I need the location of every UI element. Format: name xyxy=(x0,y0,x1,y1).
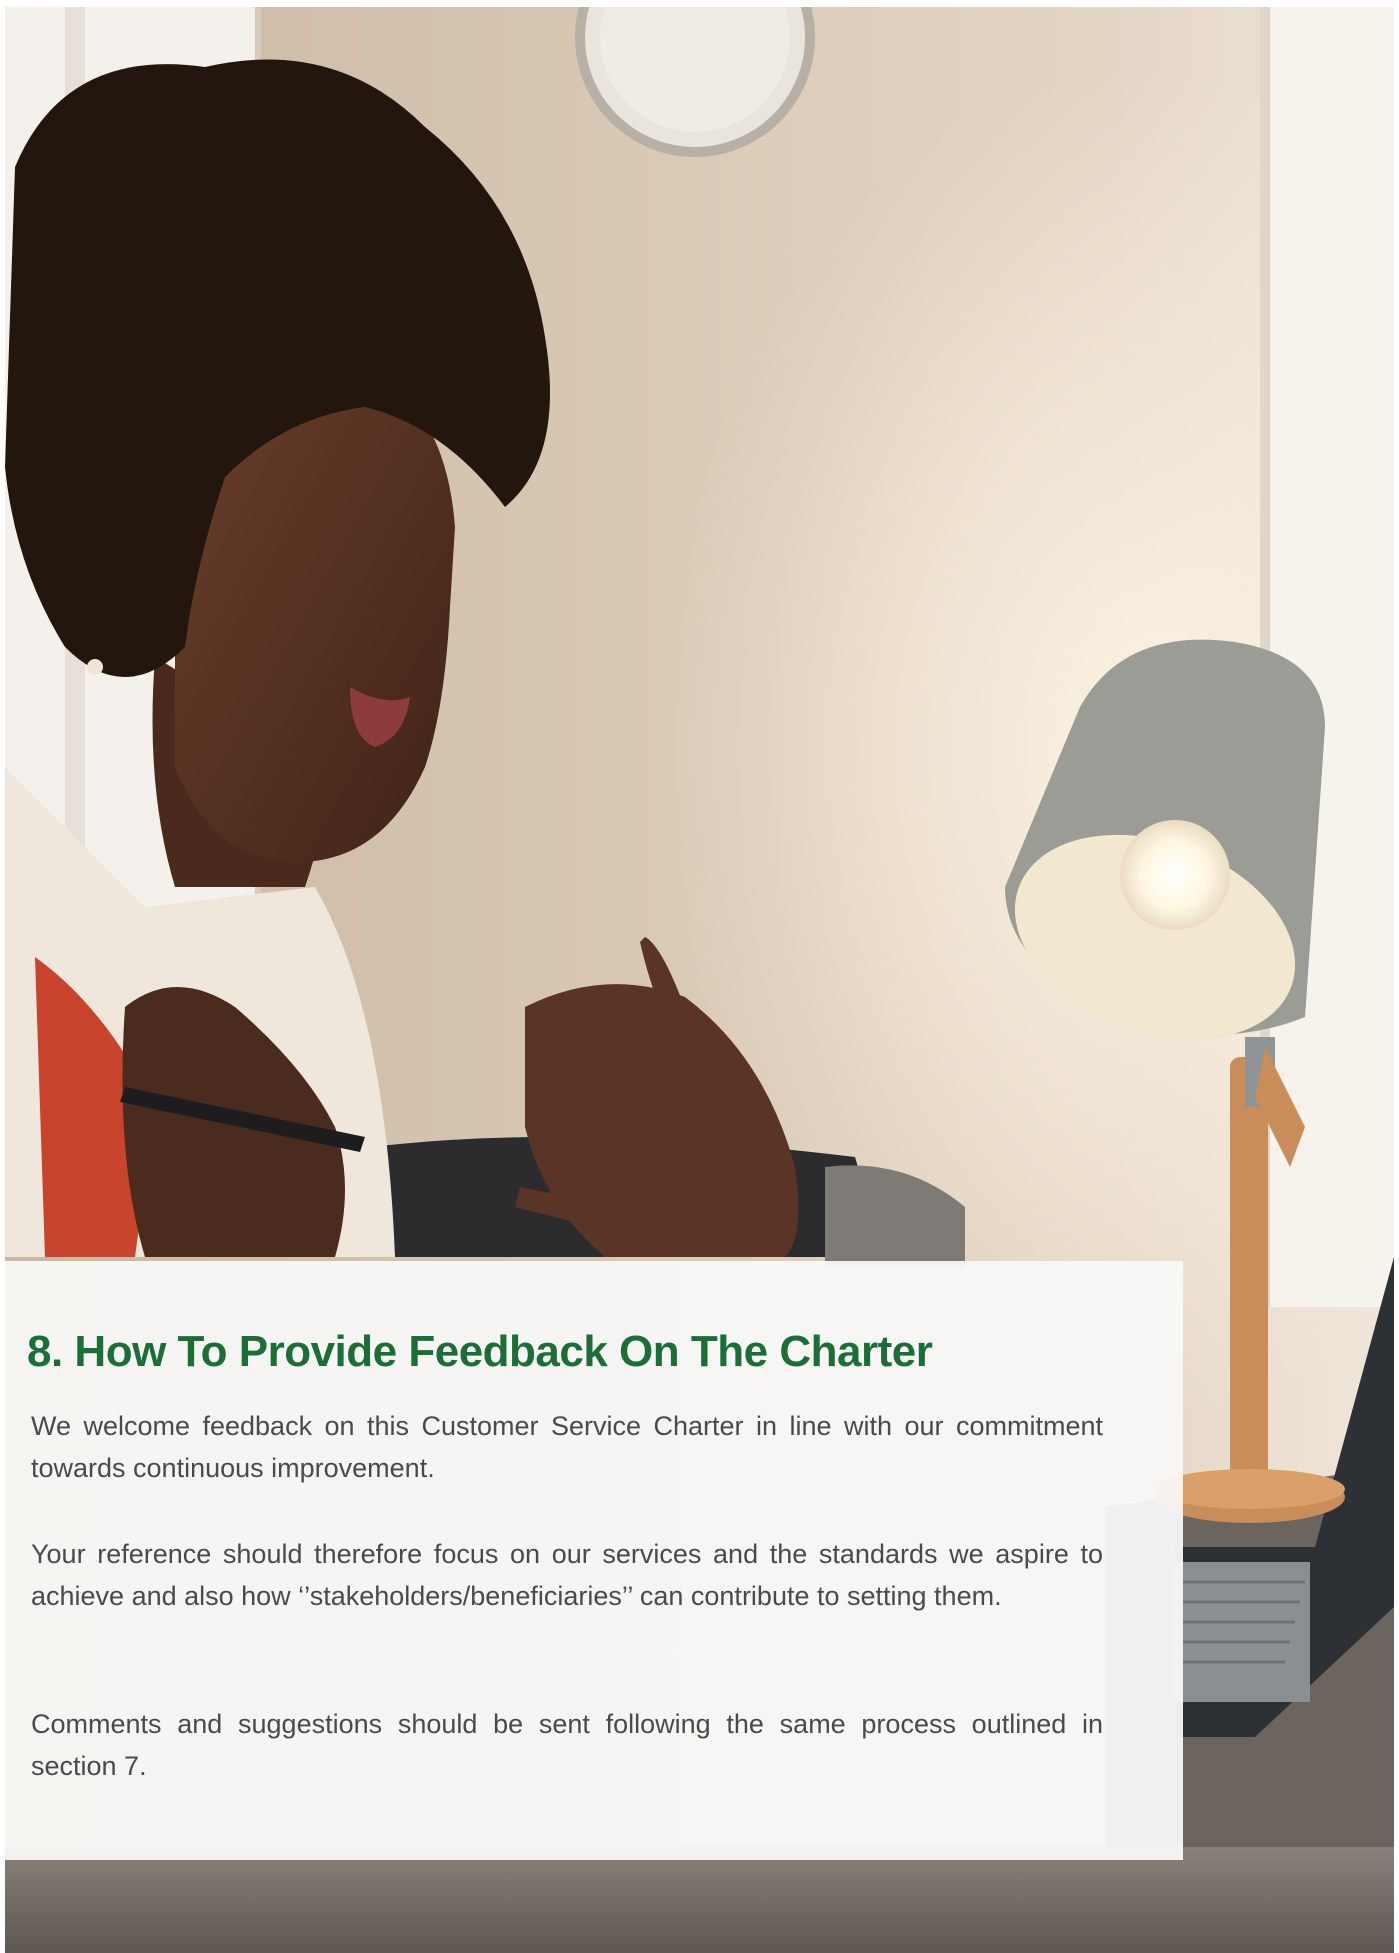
paragraph-comments-process: Comments and suggestions should be sent … xyxy=(31,1709,1103,1781)
section-heading: 8. How To Provide Feedback On The Charte… xyxy=(27,1327,933,1376)
document-page: 8. How To Provide Feedback On The Charte… xyxy=(0,0,1399,1953)
paragraph-feedback-welcome: We welcome feedback on this Customer Ser… xyxy=(31,1411,1103,1483)
paragraph-reference-focus: Your reference should therefore focus on… xyxy=(31,1539,1103,1611)
